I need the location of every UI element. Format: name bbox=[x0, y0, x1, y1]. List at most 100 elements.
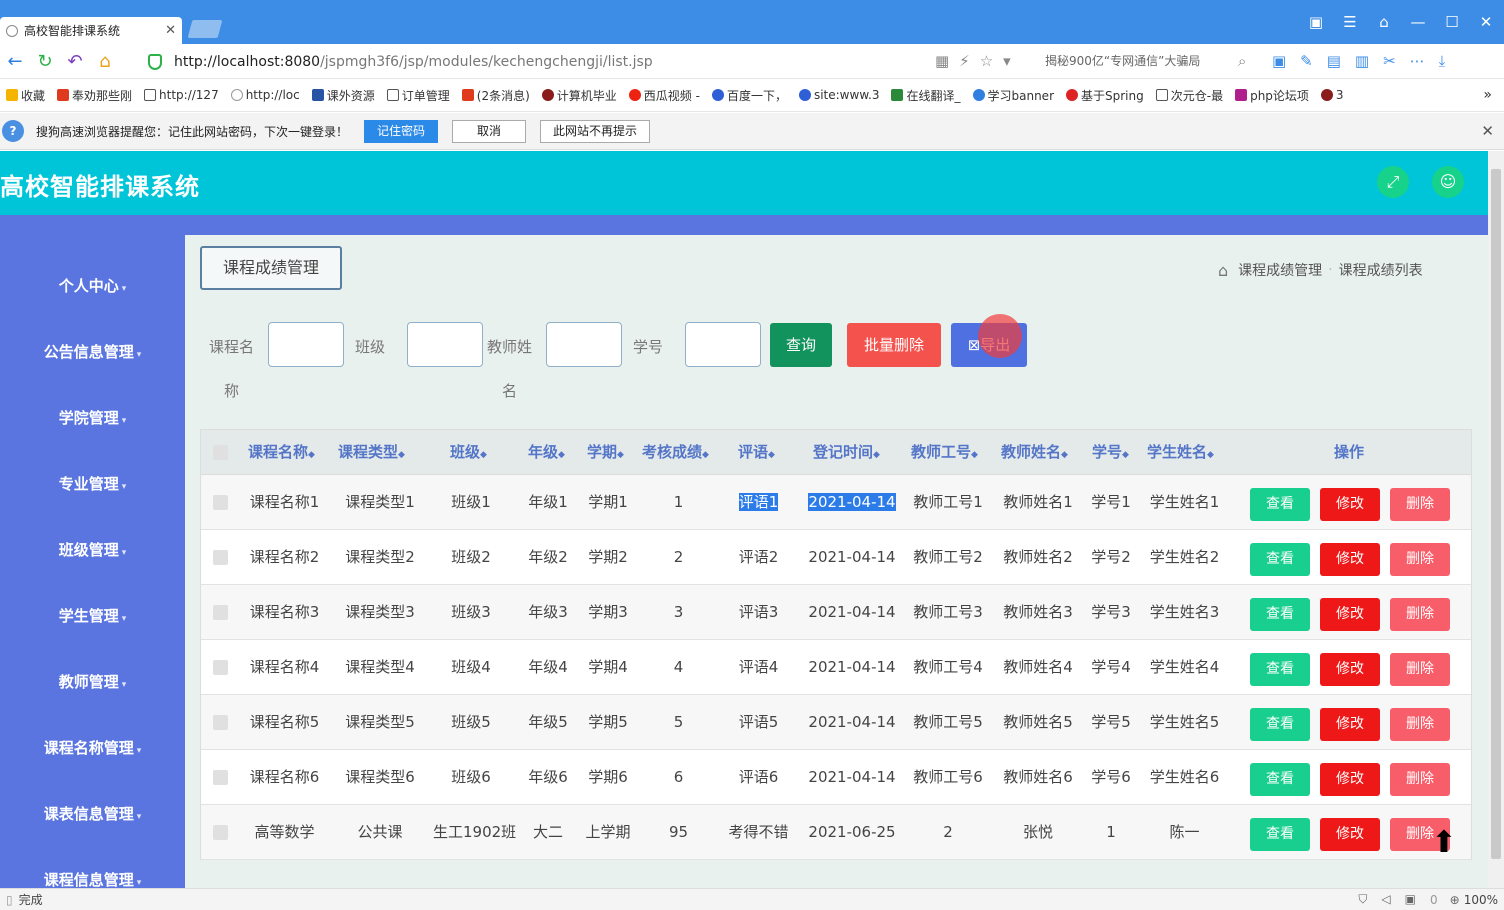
home-icon[interactable]: ⌂ bbox=[1218, 261, 1228, 280]
remember-password-button[interactable]: 记住密码 bbox=[364, 119, 439, 143]
delete-button[interactable]: 删除 bbox=[1390, 708, 1450, 741]
sidebar-item-major[interactable]: 专业管理 ▾ bbox=[0, 473, 185, 494]
delete-button[interactable]: 删除 bbox=[1390, 543, 1450, 576]
never-prompt-button[interactable]: 此网站不再提示 bbox=[540, 119, 651, 143]
bookmark-item[interactable]: 基于Spring bbox=[1066, 87, 1144, 104]
new-tab-button[interactable] bbox=[187, 20, 223, 38]
refresh-icon[interactable]: ↻ bbox=[30, 51, 60, 72]
undo-icon[interactable]: ↶ bbox=[60, 51, 90, 72]
student-id-input[interactable] bbox=[685, 322, 761, 367]
column-header[interactable]: 学号◆ bbox=[1092, 430, 1129, 475]
search-suggestion[interactable]: 揭秘900亿“专网通信”大骗局 bbox=[1045, 52, 1235, 69]
delete-button[interactable]: 删除 bbox=[1390, 653, 1450, 686]
bookmark-item[interactable]: site:www.3 bbox=[798, 88, 879, 102]
bookmark-item[interactable]: 学习banner bbox=[972, 87, 1054, 104]
column-header[interactable]: 评语◆ bbox=[738, 430, 775, 475]
sidebar-item-notice[interactable]: 公告信息管理 ▾ bbox=[0, 341, 185, 362]
column-header[interactable]: 班级◆ bbox=[450, 430, 487, 475]
search-icon[interactable]: ⌕ bbox=[1238, 52, 1246, 70]
delete-button[interactable]: 删除 bbox=[1390, 488, 1450, 521]
bookmark-item[interactable]: (2条消息) bbox=[461, 87, 530, 104]
notice-close-icon[interactable]: ✕ bbox=[1481, 122, 1494, 140]
sidebar-item-class[interactable]: 班级管理 ▾ bbox=[0, 539, 185, 560]
view-button[interactable]: 查看 bbox=[1250, 763, 1310, 796]
minimize-icon[interactable]: — bbox=[1404, 10, 1432, 34]
back-to-top-icon[interactable]: ⬆ bbox=[1426, 826, 1462, 862]
user-icon[interactable]: ☺ bbox=[1432, 166, 1464, 198]
row-checkbox[interactable] bbox=[213, 660, 228, 675]
edit-button[interactable]: 修改 bbox=[1320, 488, 1380, 521]
bookmark-item[interactable]: 奉劝那些刚 bbox=[57, 87, 132, 104]
sidebar-item-teacher[interactable]: 教师管理 ▾ bbox=[0, 671, 185, 692]
query-button[interactable]: 查询 bbox=[770, 323, 832, 367]
bookmark-item[interactable]: http://127 bbox=[144, 88, 219, 102]
view-button[interactable]: 查看 bbox=[1250, 818, 1310, 851]
bookmark-item[interactable]: 3 bbox=[1320, 88, 1344, 102]
row-checkbox[interactable] bbox=[213, 825, 228, 840]
sidebar-item-course-name[interactable]: 课程名称管理 ▾ bbox=[0, 737, 185, 758]
column-header[interactable]: 考核成绩◆ bbox=[642, 430, 709, 475]
column-header[interactable]: 学生姓名◆ bbox=[1147, 430, 1214, 475]
column-header[interactable]: 登记时间◆ bbox=[813, 430, 880, 475]
maximize-icon[interactable]: ☐ bbox=[1438, 10, 1466, 34]
zoom-level[interactable]: 100% bbox=[1464, 893, 1498, 907]
edit-button[interactable]: 修改 bbox=[1320, 653, 1380, 686]
row-checkbox[interactable] bbox=[213, 715, 228, 730]
breadcrumb-item[interactable]: 课程成绩管理 bbox=[1238, 260, 1322, 280]
status-tray-icons[interactable]: ⛉◁▣ bbox=[1358, 892, 1430, 907]
sidebar-item-timetable[interactable]: 课表信息管理 ▾ bbox=[0, 803, 185, 824]
delete-button[interactable]: 删除 bbox=[1390, 763, 1450, 796]
class-input[interactable] bbox=[407, 322, 483, 367]
back-icon[interactable]: ← bbox=[0, 51, 30, 72]
address-bar[interactable]: http://localhost:8080 /jspmgh3f6/jsp/mod… bbox=[140, 48, 1180, 75]
sidebar-item-personal-center[interactable]: 个人中心 ▾ bbox=[0, 275, 185, 296]
sidebar-toggle-icon[interactable]: ▣ bbox=[1302, 10, 1330, 34]
bookmark-item[interactable]: 订单管理 bbox=[386, 87, 450, 104]
view-button[interactable]: 查看 bbox=[1250, 653, 1310, 686]
sidebar-item-course-info[interactable]: 课程信息管理 ▾ bbox=[0, 869, 185, 888]
bookmark-item[interactable]: 收藏 bbox=[6, 87, 45, 104]
bookmarks-more-icon[interactable]: » bbox=[1483, 87, 1492, 103]
batch-delete-button[interactable]: 批量删除 bbox=[847, 323, 941, 367]
bookmark-item[interactable]: 西瓜视频 - bbox=[628, 87, 700, 104]
edit-button[interactable]: 修改 bbox=[1320, 763, 1380, 796]
course-name-input[interactable] bbox=[268, 322, 344, 367]
view-button[interactable]: 查看 bbox=[1250, 598, 1310, 631]
column-header[interactable]: 教师工号◆ bbox=[911, 430, 978, 475]
close-window-icon[interactable]: ✕ bbox=[1472, 10, 1500, 34]
bookmark-item[interactable]: 课外资源 bbox=[311, 87, 375, 104]
page-scrollbar[interactable] bbox=[1488, 151, 1504, 888]
edit-button[interactable]: 修改 bbox=[1320, 598, 1380, 631]
column-header[interactable]: 年级◆ bbox=[528, 430, 565, 475]
column-header[interactable]: 学期◆ bbox=[587, 430, 624, 475]
bookmark-item[interactable]: http://loc bbox=[230, 88, 300, 102]
browser-tab[interactable]: 高校智能排课系统 ✕ bbox=[0, 17, 182, 44]
delete-button[interactable]: 删除 bbox=[1390, 598, 1450, 631]
row-checkbox[interactable] bbox=[213, 550, 228, 565]
bookmark-item[interactable]: php论坛项 bbox=[1235, 87, 1309, 104]
row-checkbox[interactable] bbox=[213, 495, 228, 510]
column-header[interactable]: 课程名称◆ bbox=[248, 430, 315, 475]
column-header[interactable]: 课程类型◆ bbox=[338, 430, 405, 475]
edit-button[interactable]: 修改 bbox=[1320, 708, 1380, 741]
scrollbar-thumb[interactable] bbox=[1491, 169, 1501, 859]
sidebar-item-college[interactable]: 学院管理 ▾ bbox=[0, 407, 185, 428]
edit-button[interactable]: 修改 bbox=[1320, 818, 1380, 851]
cancel-button[interactable]: 取消 bbox=[452, 119, 527, 143]
tab-close-icon[interactable]: ✕ bbox=[165, 23, 176, 38]
column-header[interactable]: 教师姓名◆ bbox=[1001, 430, 1068, 475]
menu-icon[interactable]: ☰ bbox=[1336, 10, 1364, 34]
view-button[interactable]: 查看 bbox=[1250, 543, 1310, 576]
bookmark-item[interactable]: 百度一下， bbox=[711, 87, 787, 104]
view-button[interactable]: 查看 bbox=[1250, 488, 1310, 521]
sidebar-item-student[interactable]: 学生管理 ▾ bbox=[0, 605, 185, 626]
select-all-checkbox[interactable] bbox=[213, 445, 228, 460]
bookmark-item[interactable]: 计算机毕业 bbox=[541, 87, 617, 104]
bookmark-item[interactable]: 次元仓-最 bbox=[1155, 87, 1223, 104]
teacher-name-input[interactable] bbox=[546, 322, 622, 367]
zoom-icon[interactable]: ⊕ bbox=[1450, 893, 1460, 907]
skin-icon[interactable]: ⌂ bbox=[1370, 10, 1398, 34]
fullscreen-icon[interactable]: ⤢ bbox=[1377, 166, 1409, 198]
home-icon[interactable]: ⌂ bbox=[90, 51, 120, 72]
row-checkbox[interactable] bbox=[213, 605, 228, 620]
